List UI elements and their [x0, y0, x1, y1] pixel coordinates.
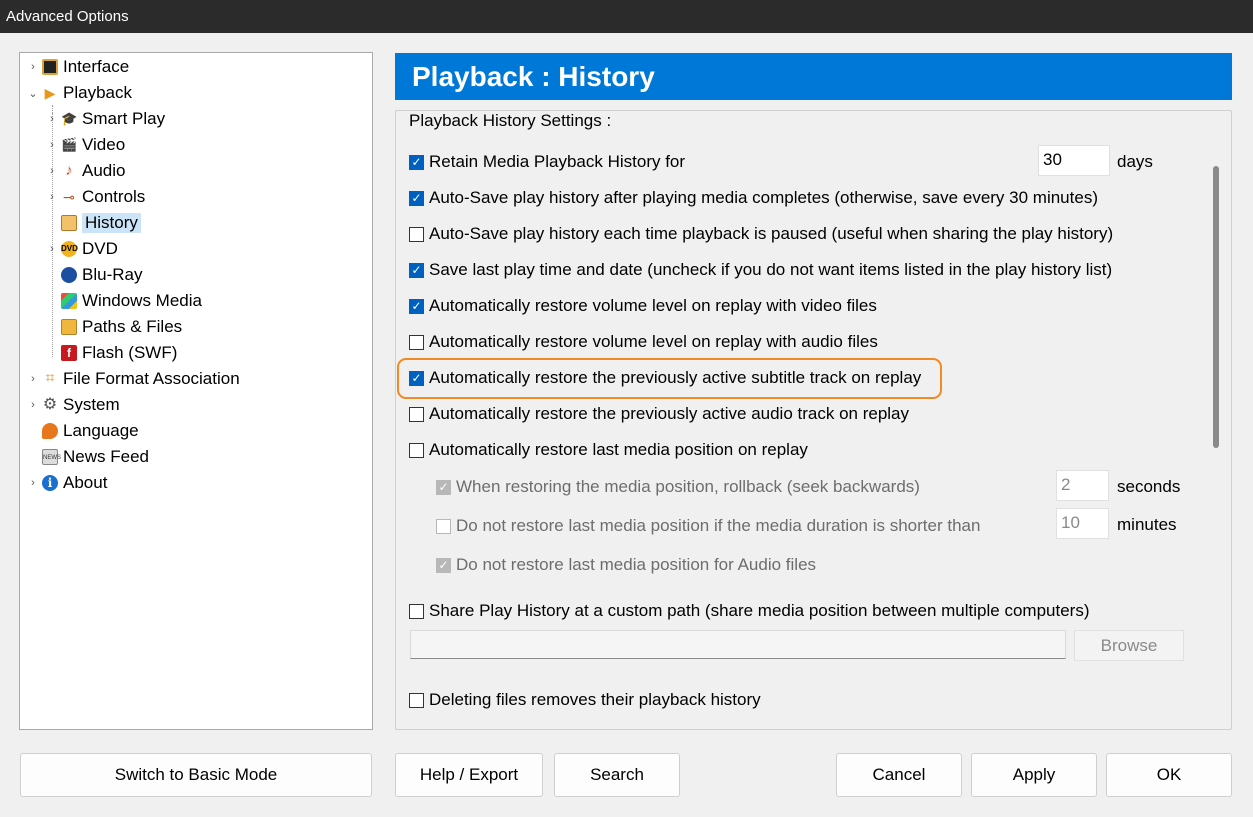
minutes-label: minutes: [1117, 515, 1177, 534]
tree-item-audio[interactable]: › ♪ Audio: [47, 159, 125, 183]
apply-button[interactable]: Apply: [971, 753, 1097, 797]
chevron-right-icon[interactable]: ›: [28, 477, 38, 489]
checkbox-checked-icon[interactable]: ✓: [436, 479, 451, 495]
checkbox-checked-icon[interactable]: ✓: [436, 557, 451, 573]
checkbox-unchecked-icon[interactable]: [409, 442, 424, 458]
checkbox-checked-icon[interactable]: ✓: [409, 154, 424, 170]
chevron-right-icon[interactable]: ›: [47, 243, 57, 255]
group-title: Playback History Settings :: [407, 111, 614, 131]
chevron-right-icon[interactable]: ›: [47, 165, 57, 177]
tree-item-news-feed[interactable]: NEWS News Feed: [28, 445, 149, 469]
page-title: Playback : History: [395, 53, 1232, 100]
window-title: Advanced Options: [6, 8, 129, 25]
tree-item-windows-media[interactable]: Windows Media: [47, 289, 202, 313]
seconds-label: seconds: [1117, 477, 1181, 496]
search-button[interactable]: Search: [554, 753, 680, 797]
switch-basic-mode-button[interactable]: Switch to Basic Mode: [20, 753, 372, 797]
chevron-right-icon[interactable]: ›: [47, 113, 57, 125]
chevron-right-icon[interactable]: ›: [28, 399, 38, 411]
interface-icon: [42, 59, 58, 75]
checkbox-unchecked-icon[interactable]: [409, 603, 424, 619]
controls-icon: ⊸: [63, 189, 75, 205]
min-duration-input[interactable]: 10: [1056, 508, 1109, 539]
scrollbar-thumb[interactable]: [1213, 166, 1219, 448]
news-icon: NEWS: [42, 449, 61, 465]
option-checkbox[interactable]: Automatically restore last media positio…: [409, 438, 808, 462]
option-checkbox[interactable]: Automatically restore volume level on re…: [409, 330, 878, 354]
retain-history-checkbox[interactable]: ✓ Retain Media Playback History for: [409, 150, 685, 174]
gear-icon: ⚙: [42, 396, 58, 413]
tree-item-smart-play[interactable]: › 🎓 Smart Play: [47, 107, 165, 131]
chevron-right-icon[interactable]: ›: [28, 61, 38, 73]
tree-item-video[interactable]: › 🎬 Video: [47, 133, 125, 157]
info-icon: i: [42, 475, 58, 491]
option-checkbox[interactable]: ✓ Save last play time and date (uncheck …: [409, 258, 1112, 282]
help-export-button[interactable]: Help / Export: [395, 753, 543, 797]
checkbox-unchecked-icon[interactable]: [409, 226, 424, 242]
checkbox-unchecked-icon[interactable]: [409, 406, 424, 422]
checkbox-checked-icon[interactable]: ✓: [409, 298, 424, 314]
advanced-options-window: Advanced Options › Interface ⌄ ▶ Playbac…: [0, 0, 1253, 817]
option-checkbox[interactable]: Auto-Save play history each time playbac…: [409, 222, 1113, 246]
playback-icon: ▶: [44, 85, 56, 101]
options-tree[interactable]: › Interface ⌄ ▶ Playback › 🎓 Smart Play …: [19, 52, 373, 730]
language-icon: [42, 423, 58, 439]
option-checkbox[interactable]: ✓ Automatically restore volume level on …: [409, 294, 877, 318]
smart-play-icon: 🎓: [61, 111, 78, 126]
tree-item-history[interactable]: History: [47, 211, 141, 235]
delete-history-checkbox[interactable]: Deleting files removes their playback hi…: [409, 688, 761, 712]
tree-item-interface[interactable]: › Interface: [28, 55, 129, 79]
tree-item-controls[interactable]: › ⊸ Controls: [47, 185, 145, 209]
audio-files-checkbox[interactable]: ✓ Do not restore last media position for…: [436, 553, 816, 577]
share-path-input[interactable]: [410, 630, 1066, 659]
file-format-icon: ⌗: [45, 370, 55, 387]
checkbox-checked-icon[interactable]: ✓: [409, 262, 424, 278]
option-checkbox[interactable]: Automatically restore the previously act…: [409, 402, 909, 426]
checkbox-unchecked-icon[interactable]: [436, 518, 451, 534]
video-icon: 🎬: [61, 137, 78, 152]
history-icon: [61, 215, 77, 231]
checkbox-unchecked-icon[interactable]: [409, 692, 424, 708]
checkbox-unchecked-icon[interactable]: [409, 334, 424, 350]
tree-item-about[interactable]: › i About: [28, 471, 107, 495]
tree-item-playback[interactable]: ⌄ ▶ Playback: [28, 81, 132, 105]
tree-item-file-format[interactable]: › ⌗ File Format Association: [28, 367, 240, 391]
tree-item-dvd[interactable]: › DVD DVD: [47, 237, 118, 261]
ok-button[interactable]: OK: [1106, 753, 1232, 797]
subtitle-track-checkbox[interactable]: ✓ Automatically restore the previously a…: [409, 366, 921, 390]
title-bar: Advanced Options: [0, 0, 1253, 33]
option-checkbox[interactable]: ✓ Auto-Save play history after playing m…: [409, 186, 1098, 210]
chevron-down-icon[interactable]: ⌄: [28, 87, 38, 100]
retain-days-input[interactable]: 30: [1038, 145, 1110, 176]
tree-item-bluray[interactable]: Blu-Ray: [47, 263, 142, 287]
dvd-icon: DVD: [61, 241, 78, 257]
browse-button[interactable]: Browse: [1074, 630, 1184, 661]
tree-item-system[interactable]: › ⚙ System: [28, 393, 120, 417]
bluray-icon: [61, 267, 77, 283]
chevron-right-icon[interactable]: ›: [47, 191, 57, 203]
min-duration-checkbox[interactable]: Do not restore last media position if th…: [436, 514, 980, 538]
tree-item-language[interactable]: Language: [28, 419, 139, 443]
windows-media-icon: [61, 293, 77, 309]
tree-item-flash[interactable]: f Flash (SWF): [47, 341, 177, 365]
checkbox-checked-icon[interactable]: ✓: [409, 190, 424, 206]
cancel-button[interactable]: Cancel: [836, 753, 962, 797]
checkbox-checked-icon[interactable]: ✓: [409, 370, 424, 386]
audio-icon: ♪: [65, 162, 73, 179]
chevron-right-icon[interactable]: ›: [47, 139, 57, 151]
days-label: days: [1117, 152, 1153, 171]
chevron-right-icon[interactable]: ›: [28, 373, 38, 385]
share-history-checkbox[interactable]: Share Play History at a custom path (sha…: [409, 599, 1089, 623]
flash-icon: f: [61, 345, 77, 361]
rollback-checkbox[interactable]: ✓ When restoring the media position, rol…: [436, 475, 920, 499]
rollback-seconds-input[interactable]: 2: [1056, 470, 1109, 501]
folder-icon: [61, 319, 77, 335]
tree-item-paths-files[interactable]: Paths & Files: [47, 315, 182, 339]
